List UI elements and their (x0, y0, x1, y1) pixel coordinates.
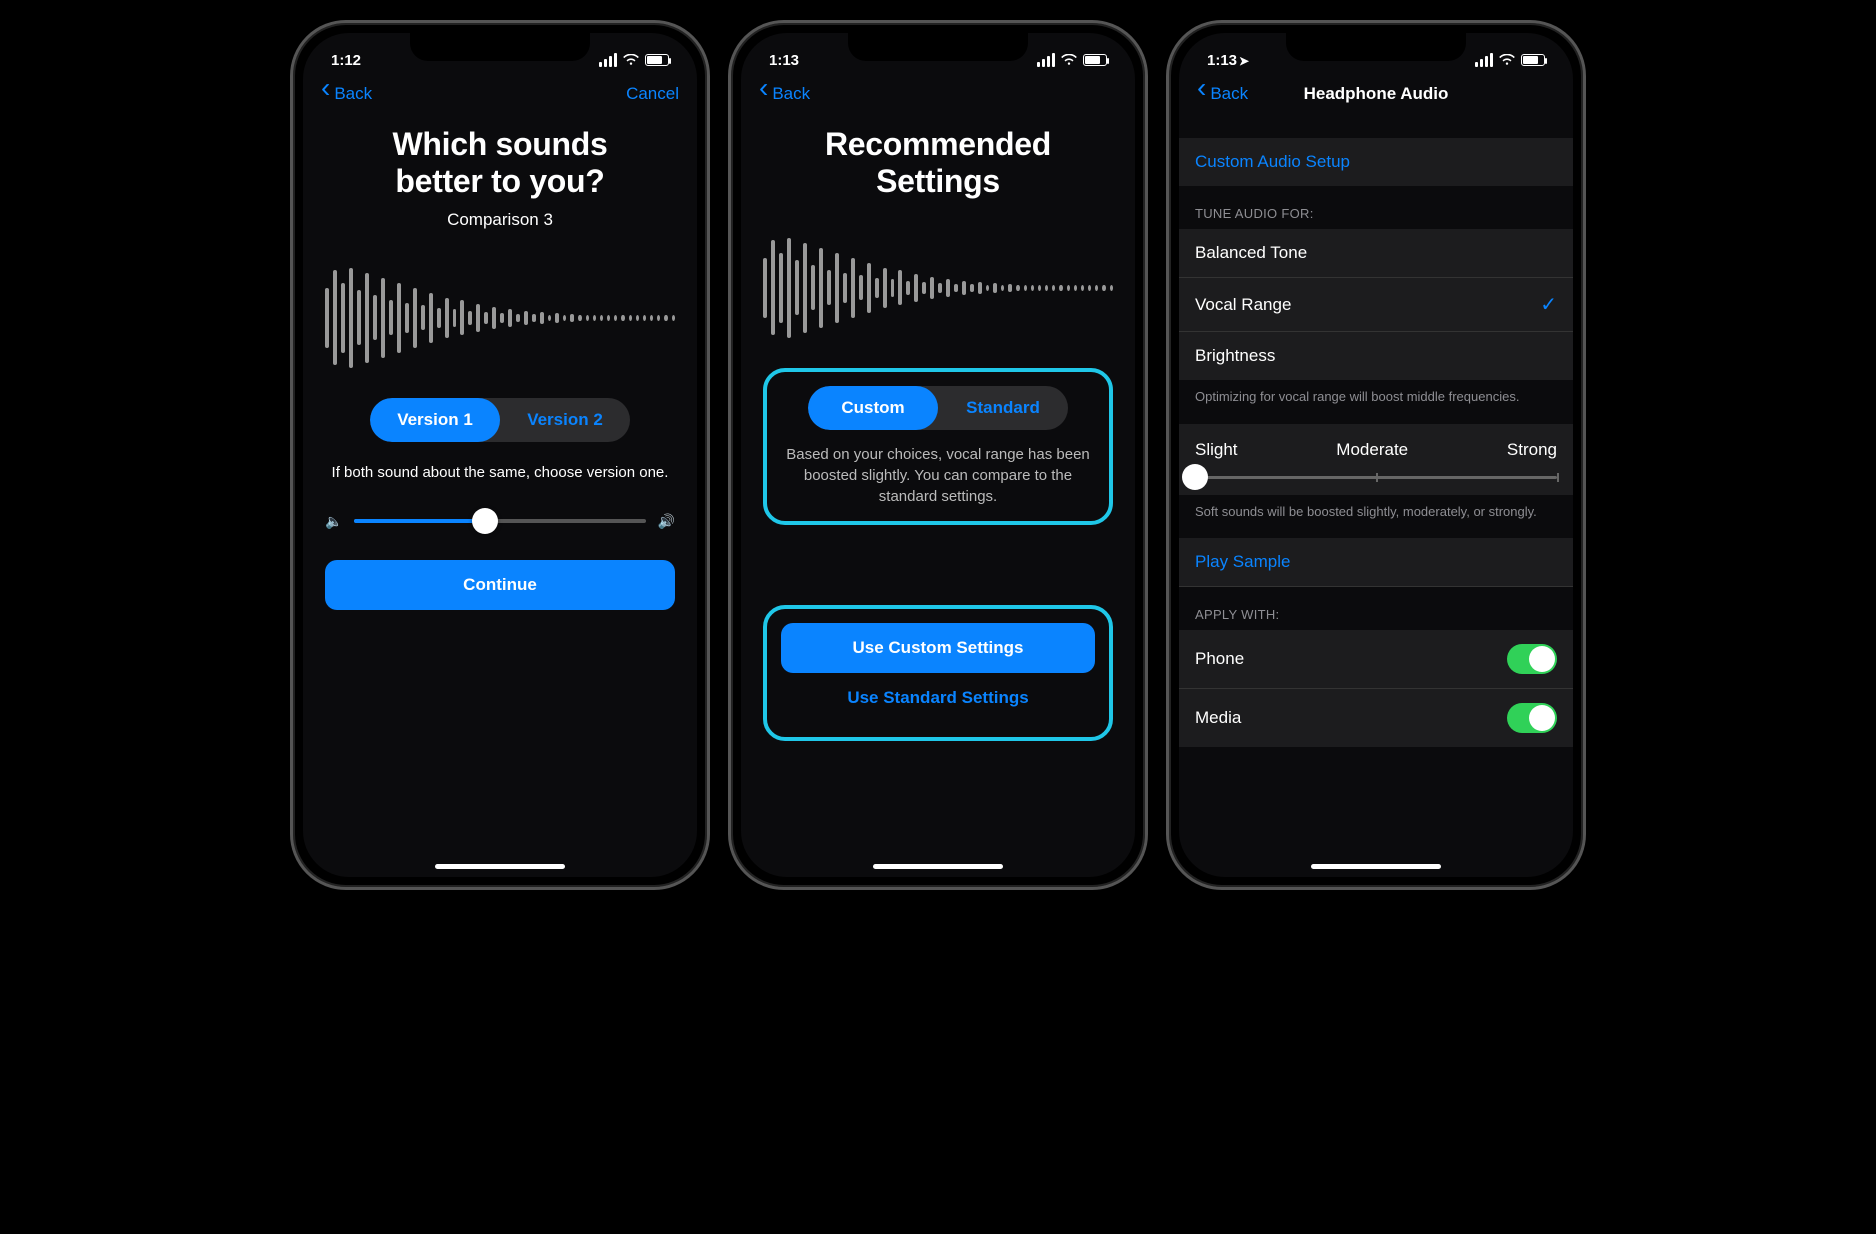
chevron-left-icon (321, 83, 330, 104)
chevron-left-icon (759, 83, 768, 104)
apply-media-cell: Media (1179, 689, 1573, 747)
custom-standard-segmented-control: Custom Standard (808, 386, 1068, 430)
check-icon: ✓ (1540, 292, 1557, 317)
back-label: Back (1210, 84, 1248, 104)
highlight-compare: Custom Standard Based on your choices, v… (763, 368, 1113, 525)
page-title: Recommended Settings (763, 126, 1113, 200)
phone-1: 1:12 Back Cancel Which sounds better to … (290, 20, 710, 890)
notch (410, 33, 590, 61)
tune-option-brightness[interactable]: Brightness (1179, 332, 1573, 380)
battery-icon (1521, 54, 1545, 66)
play-sample-label: Play Sample (1195, 552, 1290, 572)
tune-options-list: Balanced Tone Vocal Range ✓ Brightness (1179, 229, 1573, 380)
custom-audio-setup-cell[interactable]: Custom Audio Setup (1179, 138, 1573, 186)
tune-option-label: Brightness (1195, 346, 1275, 366)
apply-phone-cell: Phone (1179, 630, 1573, 689)
wifi-icon (623, 54, 639, 66)
back-button[interactable]: Back (321, 83, 372, 104)
nav-bar: Back Headphone Audio (1179, 73, 1573, 114)
notch (1286, 33, 1466, 61)
back-label: Back (772, 84, 810, 104)
subtitle: Comparison 3 (325, 210, 675, 230)
toggle-media[interactable] (1507, 703, 1557, 733)
intensity-slider[interactable] (1195, 476, 1557, 479)
play-sample-cell[interactable]: Play Sample (1179, 538, 1573, 587)
tune-option-vocal-range[interactable]: Vocal Range ✓ (1179, 278, 1573, 332)
back-label: Back (334, 84, 372, 104)
phone-3: 1:13➤ Back Headphone Audio Custom Audio … (1166, 20, 1586, 890)
custom-audio-setup-label: Custom Audio Setup (1195, 152, 1350, 172)
apply-list: Phone Media (1179, 630, 1573, 747)
tune-footer: Optimizing for vocal range will boost mi… (1179, 380, 1573, 406)
seg-standard[interactable]: Standard (938, 386, 1068, 430)
notch (848, 33, 1028, 61)
cancel-button[interactable]: Cancel (626, 84, 679, 104)
use-standard-button[interactable]: Use Standard Settings (781, 673, 1095, 723)
volume-high-icon: 🔊 (658, 513, 675, 530)
back-button[interactable]: Back (759, 83, 810, 104)
wifi-icon (1499, 54, 1515, 66)
status-time: 1:13➤ (1207, 52, 1249, 69)
battery-icon (645, 54, 669, 66)
continue-button[interactable]: Continue (325, 560, 675, 610)
seg-version-2[interactable]: Version 2 (500, 398, 630, 442)
tune-option-balanced-tone[interactable]: Balanced Tone (1179, 229, 1573, 278)
back-button[interactable]: Back (1197, 83, 1248, 104)
tune-option-label: Vocal Range (1195, 295, 1291, 315)
signal-icon (1037, 53, 1055, 67)
battery-icon (1083, 54, 1107, 66)
intensity-moderate: Moderate (1336, 440, 1408, 460)
apply-label: Media (1195, 708, 1241, 728)
seg-custom[interactable]: Custom (808, 386, 938, 430)
volume-low-icon: 🔈 (325, 513, 342, 530)
use-custom-button[interactable]: Use Custom Settings (781, 623, 1095, 673)
apply-section-header: APPLY WITH: (1179, 587, 1573, 630)
signal-icon (599, 53, 617, 67)
highlight-actions: Use Custom Settings Use Standard Setting… (763, 605, 1113, 741)
intensity-strong: Strong (1507, 440, 1557, 460)
waveform-graphic (763, 228, 1113, 348)
waveform-graphic (325, 258, 675, 378)
intensity-labels: Slight Moderate Strong (1179, 424, 1573, 460)
home-indicator[interactable] (1311, 864, 1441, 869)
signal-icon (1475, 53, 1493, 67)
tune-section-header: TUNE AUDIO FOR: (1179, 186, 1573, 229)
apply-label: Phone (1195, 649, 1244, 669)
intensity-slight: Slight (1195, 440, 1238, 460)
location-icon: ➤ (1239, 54, 1249, 68)
volume-slider[interactable] (354, 519, 645, 523)
volume-slider-row: 🔈 🔊 (325, 513, 675, 530)
home-indicator[interactable] (873, 864, 1003, 869)
hint-text: If both sound about the same, choose ver… (325, 462, 675, 483)
version-segmented-control: Version 1 Version 2 (370, 398, 630, 442)
intensity-footer: Soft sounds will be boosted slightly, mo… (1179, 495, 1573, 521)
description-text: Based on your choices, vocal range has b… (781, 444, 1095, 507)
nav-bar: Back (741, 73, 1135, 114)
wifi-icon (1061, 54, 1077, 66)
status-time: 1:12 (331, 52, 361, 69)
nav-bar: Back Cancel (303, 73, 697, 114)
page-title: Which sounds better to you? (325, 126, 675, 200)
toggle-phone[interactable] (1507, 644, 1557, 674)
chevron-left-icon (1197, 83, 1206, 104)
home-indicator[interactable] (435, 864, 565, 869)
phone-2: 1:13 Back Recommended Settings Custom (728, 20, 1148, 890)
status-time: 1:13 (769, 52, 799, 69)
tune-option-label: Balanced Tone (1195, 243, 1307, 263)
seg-version-1[interactable]: Version 1 (370, 398, 500, 442)
